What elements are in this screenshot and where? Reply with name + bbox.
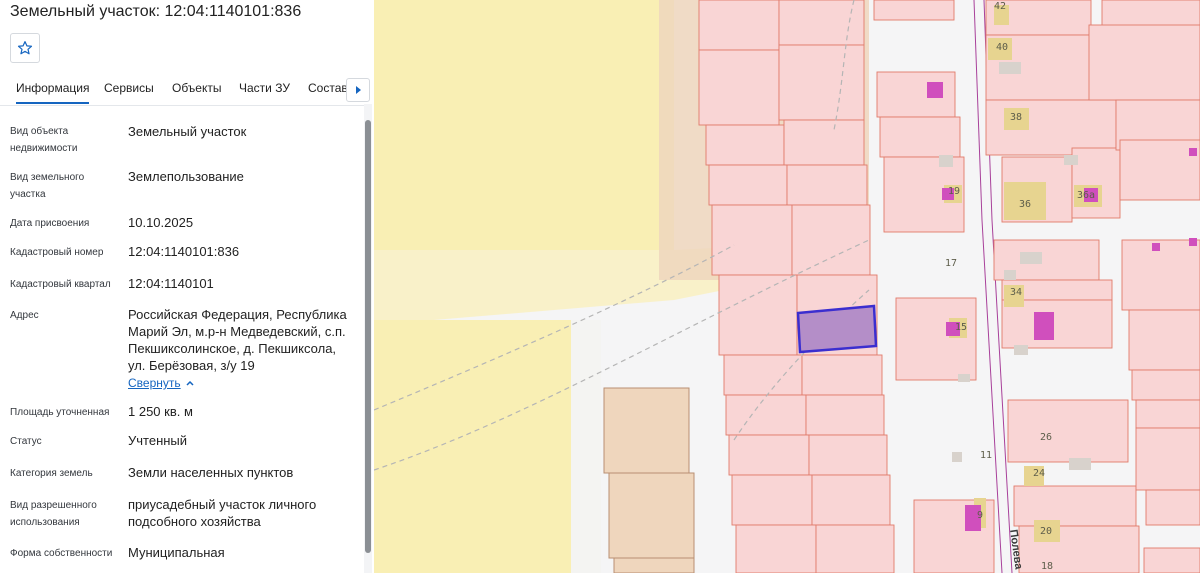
house-number-19: 19 [948,186,960,197]
house-number-42: 42 [994,1,1006,12]
house-number-38: 38 [1010,112,1022,123]
scrollbar-thumb[interactable] [365,120,371,553]
address-label: Адрес [10,310,39,321]
area-label: Площадь уточненная [10,407,110,418]
object-type-label: Вид объекта недвижимости [10,126,78,154]
house-number-34: 34 [1010,287,1022,298]
object-type-value: Земельный участок [128,124,247,139]
permitted-use-value: приусадебный участок личного подсобного … [128,497,317,529]
status-label: Статус [10,436,42,447]
tab-info[interactable]: Информация [16,81,90,104]
category-value: Земли населенных пунктов [128,465,294,480]
collapse-link[interactable]: Свернуть [128,376,195,390]
tabs-scroll-right-button[interactable] [346,78,370,102]
favorite-button[interactable] [10,33,40,63]
chevron-right-icon [355,86,361,94]
house-number-24: 24 [1033,468,1045,479]
ownership-value: Муниципальная [128,545,225,560]
zone-area-bottom [374,320,571,573]
cadastral-quarter-value: 12:04:1140101 [128,276,214,291]
assigned-date-value: 10.10.2025 [128,215,194,230]
info-panel: Земельный участок: 12:04:1140101:836 Инф… [0,0,374,573]
zone-area-strip [571,320,601,573]
tab-composition[interactable]: Состав [308,81,348,95]
area-value: 1 250 кв. м [128,404,193,419]
house-number-40: 40 [996,42,1008,53]
cadastral-number-value: 12:04:1140101:836 [128,244,240,259]
garages-block [603,387,695,573]
house-number-18: 18 [1041,561,1053,572]
selected-parcel[interactable] [796,304,878,354]
tab-bar: Информация Сервисы Объекты Части ЗУ Сост… [0,76,372,106]
map-view[interactable]: 42 40 38 19 36 36а 17 34 15 26 11 24 9 2… [374,0,1200,573]
address-value: Российская Федерация, Республика Марий Э… [128,307,347,373]
collapse-label: Свернуть [128,376,181,390]
house-number-36a: 36а [1077,190,1095,201]
tab-services[interactable]: Сервисы [104,81,154,95]
house-number-17: 17 [945,258,957,269]
category-label: Категория земель [10,468,93,479]
map-canvas[interactable]: 42 40 38 19 36 36а 17 34 15 26 11 24 9 2… [374,0,1200,573]
cadastral-quarter-label: Кадастровый квартал [10,279,111,290]
house-number-11: 11 [980,450,992,461]
parcel-type-value: Землепользование [128,169,244,184]
house-number-20: 20 [1040,526,1052,537]
permitted-use-label: Вид разрешенного использования [10,500,97,528]
parcel-type-label: Вид земельного участка [10,172,85,200]
house-number-15: 15 [955,322,967,333]
tab-parts[interactable]: Части ЗУ [239,81,290,95]
ownership-label: Форма собственности [10,548,113,559]
assigned-date-label: Дата присвоения [10,218,90,229]
page-title: Земельный участок: 12:04:1140101:836 [10,3,302,20]
tab-objects[interactable]: Объекты [172,81,222,95]
cadastral-number-label: Кадастровый номер [10,247,104,258]
house-number-9: 9 [977,510,983,521]
star-icon [17,41,33,55]
chevron-up-icon [186,380,194,386]
zone-area-top [374,0,674,250]
status-value: Учтенный [128,433,188,448]
house-number-26: 26 [1040,432,1052,443]
house-number-36: 36 [1019,199,1031,210]
